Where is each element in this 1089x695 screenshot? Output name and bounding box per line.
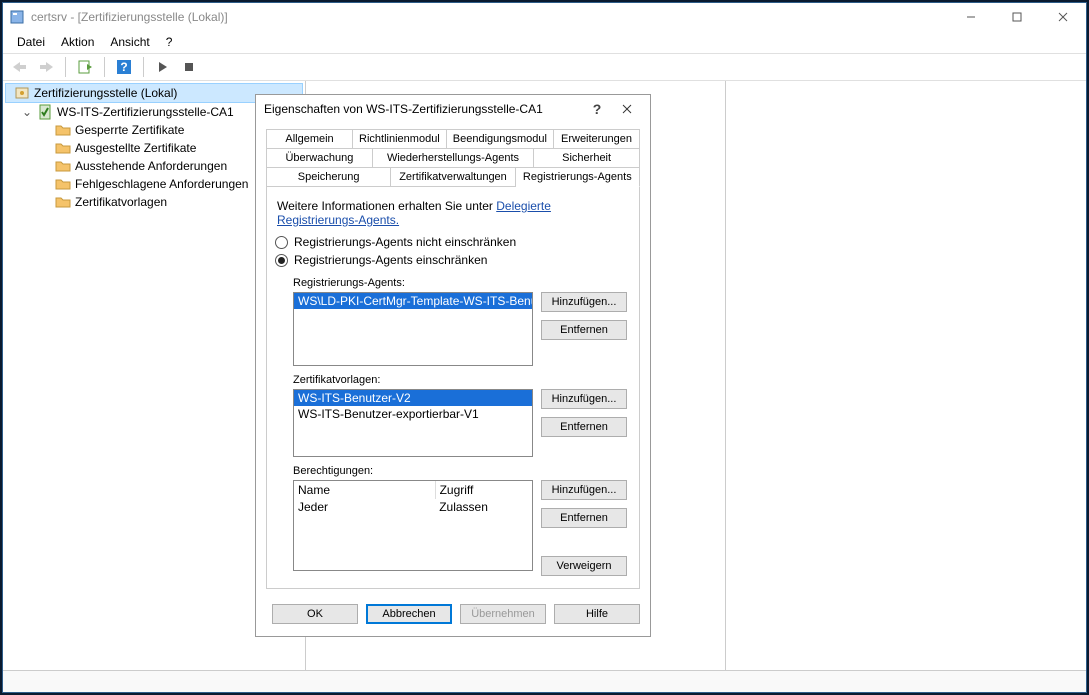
status-bar — [3, 670, 1086, 692]
folder-icon — [55, 122, 71, 138]
help-button[interactable]: Hilfe — [554, 604, 640, 624]
dialog-titlebar: Eigenschaften von WS-ITS-Zertifizierungs… — [256, 95, 650, 123]
tab-registrierungs-agents[interactable]: Registrierungs-Agents — [516, 168, 640, 187]
tab-zertifikatverwaltungen[interactable]: Zertifikatverwaltungen — [391, 168, 515, 187]
radio-label: Registrierungs-Agents einschränken — [294, 253, 487, 267]
stop-icon[interactable] — [178, 56, 200, 78]
radio-icon — [275, 254, 288, 267]
tab-panel: Weitere Informationen erhalten Sie unter… — [266, 187, 640, 589]
tree-child-label: Ausgestellte Zertifikate — [75, 141, 196, 155]
cancel-button[interactable]: Abbrechen — [366, 604, 452, 624]
folder-icon — [55, 140, 71, 156]
dialog-title: Eigenschaften von WS-ITS-Zertifizierungs… — [264, 102, 582, 116]
perm-add-button[interactable]: Hinzufügen... — [541, 480, 627, 500]
folder-icon — [55, 194, 71, 210]
templates-label: Zertifikatvorlagen: — [293, 374, 631, 386]
tab-speicherung[interactable]: Speicherung — [266, 168, 391, 187]
tab-beendigungsmodul[interactable]: Beendigungsmodul — [447, 129, 554, 149]
folder-icon — [55, 158, 71, 174]
templates-listbox[interactable]: WS-ITS-Benutzer-V2 WS-ITS-Benutzer-expor… — [293, 389, 533, 457]
permissions-header: Name Zugriff — [293, 480, 533, 499]
radio-icon — [275, 236, 288, 249]
perm-access: Zulassen — [435, 499, 532, 515]
menu-help[interactable]: ? — [158, 33, 181, 51]
tree-child-label: Fehlgeschlagene Anforderungen — [75, 177, 248, 191]
tab-ueberwachung[interactable]: Überwachung — [266, 149, 373, 168]
list-item[interactable]: WS\LD-PKI-CertMgr-Template-WS-ITS-Benutz… — [294, 293, 532, 309]
menu-action[interactable]: Aktion — [53, 33, 102, 51]
tab-erweiterungen[interactable]: Erweiterungen — [554, 129, 640, 149]
cert-root-icon — [14, 85, 30, 101]
close-button[interactable] — [1040, 3, 1086, 31]
tree-child-label: Ausstehende Anforderungen — [75, 159, 227, 173]
perm-deny-button[interactable]: Verweigern — [541, 556, 627, 576]
list-item[interactable]: WS-ITS-Benutzer-exportierbar-V1 — [294, 406, 532, 422]
tree-root-label: Zertifizierungsstelle (Lokal) — [34, 86, 177, 100]
tree-child-label: Zertifikatvorlagen — [75, 195, 167, 209]
back-icon[interactable] — [9, 56, 31, 78]
perm-name: Jeder — [294, 499, 435, 515]
agents-label: Registrierungs-Agents: — [293, 277, 631, 289]
agents-remove-button[interactable]: Entfernen — [541, 320, 627, 340]
tab-wiederherstellungs-agents[interactable]: Wiederherstellungs-Agents — [373, 149, 534, 168]
window-titlebar: certsrv - [Zertifizierungsstelle (Lokal)… — [3, 3, 1086, 31]
menu-view[interactable]: Ansicht — [102, 33, 157, 51]
permissions-label: Berechtigungen: — [293, 465, 631, 477]
radio-label: Registrierungs-Agents nicht einschränken — [294, 235, 516, 249]
agents-listbox[interactable]: WS\LD-PKI-CertMgr-Template-WS-ITS-Benutz… — [293, 292, 533, 366]
properties-dialog: Eigenschaften von WS-ITS-Zertifizierungs… — [255, 94, 651, 637]
expand-toggle-icon[interactable]: ⌄ — [21, 105, 33, 119]
templates-remove-button[interactable]: Entfernen — [541, 417, 627, 437]
folder-icon — [55, 176, 71, 192]
refresh-icon[interactable] — [74, 56, 96, 78]
radio-restrict[interactable]: Registrierungs-Agents einschränken — [275, 251, 631, 269]
info-prefix: Weitere Informationen erhalten Sie unter — [277, 199, 496, 213]
play-icon[interactable] — [152, 56, 174, 78]
window-title: certsrv - [Zertifizierungsstelle (Lokal)… — [31, 10, 948, 24]
list-item[interactable]: WS-ITS-Benutzer-V2 — [294, 390, 532, 406]
toolbar: ? — [3, 53, 1086, 81]
help-icon[interactable]: ? — [113, 56, 135, 78]
forward-icon[interactable] — [35, 56, 57, 78]
permissions-listbox[interactable]: Jeder Zulassen — [293, 499, 533, 571]
ok-button[interactable]: OK — [272, 604, 358, 624]
perm-remove-button[interactable]: Entfernen — [541, 508, 627, 528]
dialog-close-icon[interactable] — [612, 97, 642, 121]
perm-col-name: Name — [294, 481, 436, 499]
templates-add-button[interactable]: Hinzufügen... — [541, 389, 627, 409]
info-text: Weitere Informationen erhalten Sie unter… — [275, 195, 631, 233]
table-row[interactable]: Jeder Zulassen — [294, 499, 532, 515]
tree-ca-label: WS-ITS-Zertifizierungsstelle-CA1 — [57, 105, 234, 119]
agents-add-button[interactable]: Hinzufügen... — [541, 292, 627, 312]
tab-sicherheit[interactable]: Sicherheit — [534, 149, 640, 168]
tab-allgemein[interactable]: Allgemein — [266, 129, 353, 149]
minimize-button[interactable] — [948, 3, 994, 31]
svg-text:?: ? — [120, 60, 127, 74]
menu-file[interactable]: Datei — [9, 33, 53, 51]
radio-not-restrict[interactable]: Registrierungs-Agents nicht einschränken — [275, 233, 631, 251]
tab-richtlinienmodul[interactable]: Richtlinienmodul — [353, 129, 447, 149]
ca-icon — [37, 104, 53, 120]
maximize-button[interactable] — [994, 3, 1040, 31]
perm-col-access: Zugriff — [436, 481, 532, 499]
app-icon — [9, 9, 25, 25]
menu-bar: Datei Aktion Ansicht ? — [3, 31, 1086, 53]
tree-child-label: Gesperrte Zertifikate — [75, 123, 184, 137]
dialog-help-icon[interactable]: ? — [582, 97, 612, 121]
apply-button[interactable]: Übernehmen — [460, 604, 546, 624]
